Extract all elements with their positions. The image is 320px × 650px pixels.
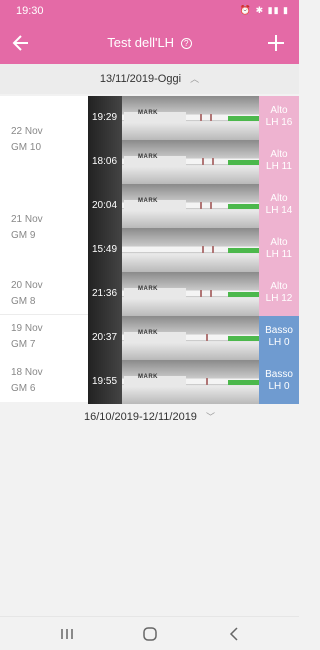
day-label: 20 Nov GM 8 — [11, 278, 43, 310]
control-line — [200, 202, 202, 209]
lh-level: Alto — [270, 105, 288, 116]
day-cycle: GM 6 — [11, 383, 36, 394]
app-bar: Test dell'LH ? — [0, 24, 299, 64]
day-date: 21 Nov — [11, 214, 43, 225]
chevron-down-icon: ﹀ — [206, 412, 216, 422]
day-label: 22 Nov GM 10 — [11, 124, 43, 156]
test-list: 22 Nov GM 10 21 Nov GM 9 20 Nov GM 8 19 … — [0, 96, 299, 404]
strip-tip — [228, 204, 259, 209]
test-row[interactable]: MARK 19:29 Alto LH 16 — [88, 96, 299, 140]
chevron-up-icon: ︿ — [190, 74, 200, 84]
day-label: 18 Nov GM 6 — [11, 365, 43, 397]
lh-value: LH 11 — [266, 161, 292, 172]
day-cycle: GM 8 — [11, 296, 36, 307]
lh-value: LH 0 — [268, 337, 290, 348]
lh-level: Alto — [270, 281, 288, 292]
test-line — [210, 290, 212, 297]
strip-tip — [228, 292, 259, 297]
lh-value: LH 14 — [265, 205, 293, 216]
day-date: 18 Nov — [11, 367, 43, 378]
strip-brand: MARK — [138, 374, 158, 380]
control-line — [206, 334, 208, 341]
test-time: 20:04 — [92, 200, 118, 211]
lh-result-badge: Alto LH 14 — [259, 184, 299, 228]
page-title-text: Test dell'LH — [107, 35, 175, 50]
test-row[interactable]: 15:49 Alto LH 11 — [88, 228, 299, 272]
lh-value: LH 0 — [268, 381, 290, 392]
strip-brand: MARK — [138, 198, 158, 204]
lh-result-badge: Basso LH 0 — [259, 316, 299, 360]
lh-result-badge: Alto LH 12 — [259, 272, 299, 316]
lh-result-badge: Alto LH 16 — [259, 96, 299, 140]
status-time: 19:30 — [16, 5, 44, 17]
home-icon[interactable] — [141, 625, 159, 643]
strip-tip — [228, 380, 259, 385]
test-row[interactable]: MARK 19:55 Basso LH 0 — [88, 360, 299, 404]
day-cycle: GM 7 — [11, 339, 36, 350]
control-line — [202, 246, 204, 253]
help-icon[interactable]: ? — [180, 38, 192, 49]
day-date: 19 Nov — [11, 323, 43, 334]
test-line — [210, 202, 212, 209]
lh-level: Basso — [265, 325, 293, 336]
lh-result-badge: Alto LH 11 — [259, 228, 299, 272]
day-label: 19 Nov GM 7 — [11, 321, 43, 353]
day-cycle: GM 10 — [11, 142, 42, 153]
strip-tip — [228, 336, 259, 341]
current-range-label: 13/11/2019-Oggi — [99, 73, 182, 85]
lh-value: LH 12 — [265, 293, 293, 304]
back-nav-icon[interactable] — [225, 625, 243, 643]
strip-tip — [228, 160, 259, 165]
test-time: 19:55 — [92, 376, 118, 387]
page-title: Test dell'LH ? — [0, 35, 299, 50]
strip-brand: MARK — [138, 330, 158, 336]
control-line — [200, 290, 202, 297]
strip-brand: MARK — [138, 154, 158, 160]
add-icon[interactable] — [265, 32, 287, 54]
test-row[interactable]: MARK 18:06 Alto LH 11 — [88, 140, 299, 184]
test-time: 19:29 — [92, 112, 118, 123]
strip-tip — [228, 116, 259, 121]
previous-range-header[interactable]: 16/10/2019-12/11/2019 ﹀ — [0, 402, 299, 432]
lh-value: LH 16 — [265, 117, 293, 128]
day-cycle: GM 9 — [11, 230, 36, 241]
lh-result-badge: Alto LH 11 — [259, 140, 299, 184]
test-line — [210, 114, 212, 121]
lh-result-badge: Basso LH 0 — [259, 360, 299, 404]
lh-level: Alto — [270, 237, 288, 248]
day-date: 22 Nov — [11, 126, 43, 137]
control-line — [206, 378, 208, 385]
current-range-header[interactable]: 13/11/2019-Oggi ︿ — [0, 64, 299, 94]
control-line — [200, 114, 202, 121]
status-bar: 19:30 ⏰ ✱ ▮▮ ▮ — [0, 0, 299, 24]
test-row[interactable]: MARK 21:36 Alto LH 12 — [88, 272, 299, 316]
strip-brand: MARK — [138, 110, 158, 116]
test-time: 15:49 — [92, 244, 118, 255]
previous-range-label: 16/10/2019-12/11/2019 — [83, 411, 197, 423]
lh-level: Alto — [270, 149, 288, 160]
test-time: 18:06 — [92, 156, 118, 167]
recent-apps-icon[interactable] — [58, 625, 76, 643]
lh-level: Alto — [270, 193, 288, 204]
test-line — [212, 246, 214, 253]
day-separator — [0, 314, 88, 315]
test-row[interactable]: MARK 20:04 Alto LH 14 — [88, 184, 299, 228]
lh-level: Basso — [265, 369, 293, 380]
test-time: 21:36 — [92, 288, 118, 299]
system-nav-bar — [0, 616, 299, 650]
day-label: 21 Nov GM 9 — [11, 212, 43, 244]
test-time: 20:37 — [92, 332, 118, 343]
lh-value: LH 11 — [266, 249, 292, 260]
strip-brand: MARK — [138, 286, 158, 292]
test-row[interactable]: MARK 20:37 Basso LH 0 — [88, 316, 299, 360]
test-line — [212, 158, 214, 165]
day-date: 20 Nov — [11, 280, 43, 291]
strip-tip — [228, 248, 259, 253]
control-line — [202, 158, 204, 165]
status-icons: ⏰ ✱ ▮▮ ▮ — [239, 5, 289, 15]
